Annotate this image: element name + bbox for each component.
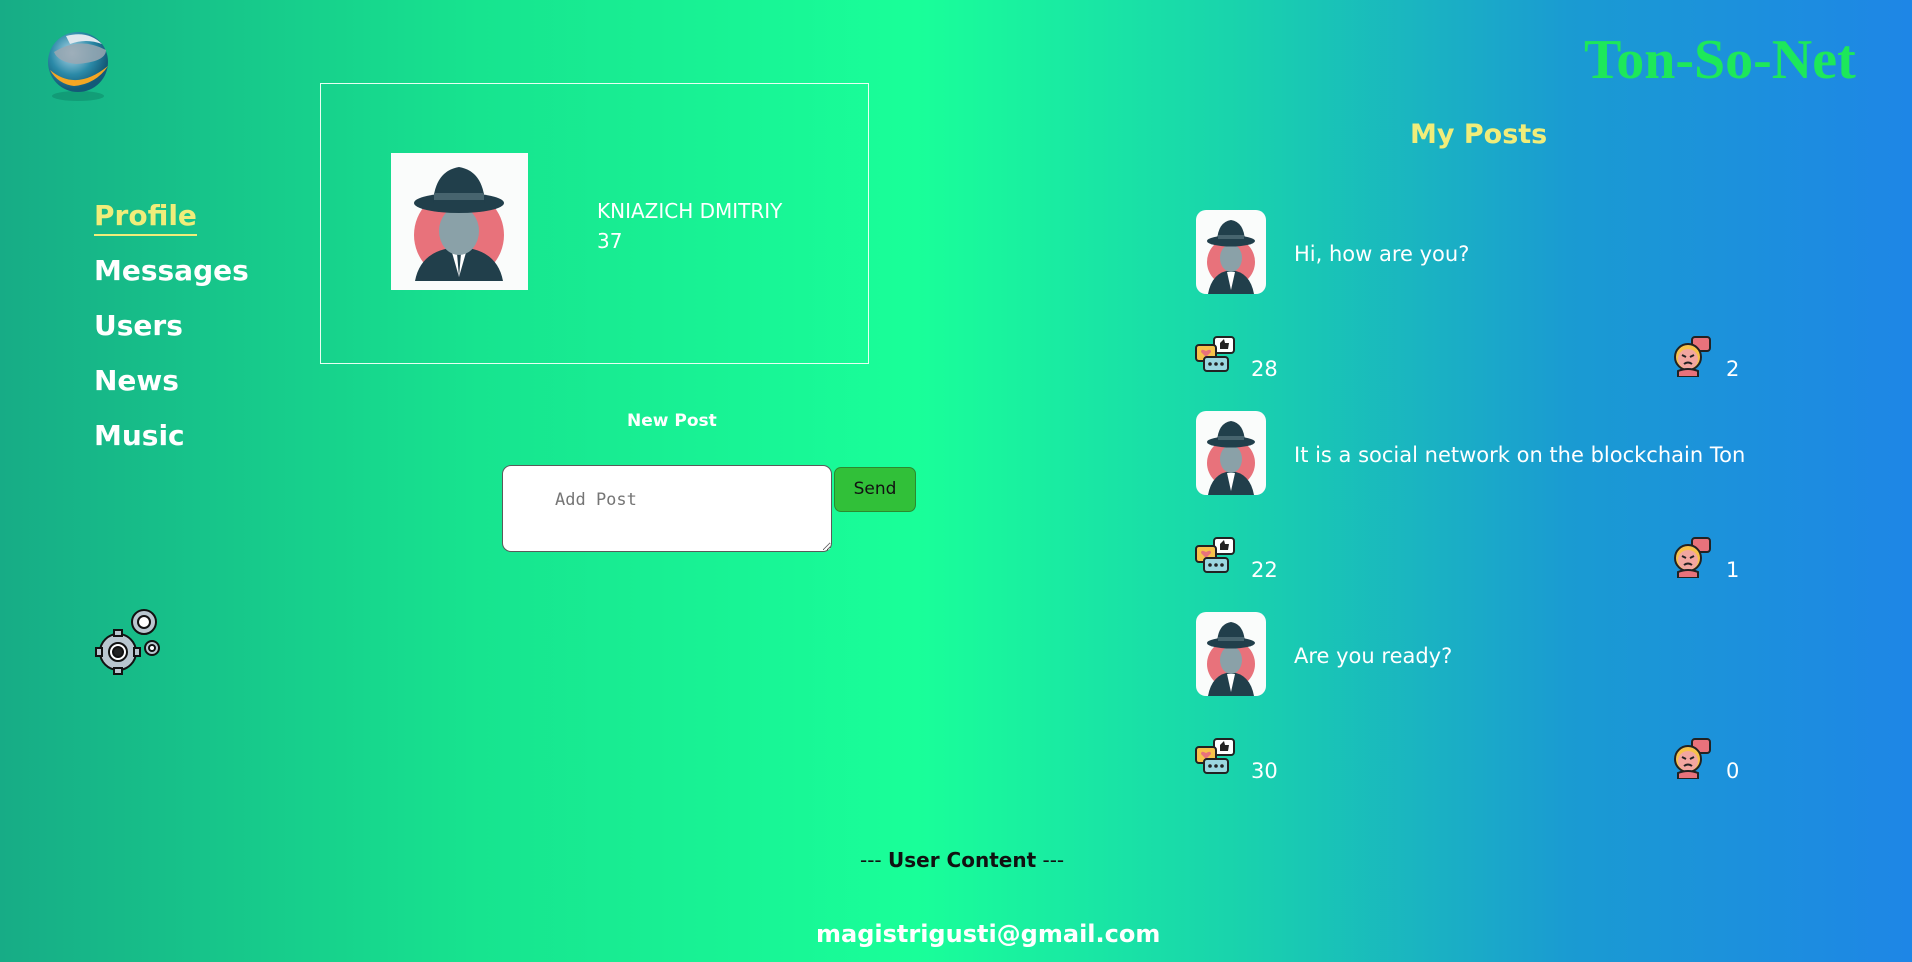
post-avatar[interactable] bbox=[1196, 411, 1266, 495]
post-item bbox=[1196, 612, 1266, 696]
post-avatar[interactable] bbox=[1196, 210, 1266, 294]
likes-count: 28 bbox=[1251, 357, 1278, 381]
dislikes-count: 0 bbox=[1726, 759, 1740, 783]
settings-gears-icon[interactable] bbox=[92, 606, 166, 680]
angry-face-icon[interactable] bbox=[1670, 737, 1712, 779]
avatar-detective-icon bbox=[1207, 220, 1255, 294]
sidebar-item-profile[interactable]: Profile bbox=[94, 196, 249, 251]
sidebar-item-users[interactable]: Users bbox=[94, 306, 249, 361]
footer-prefix: --- bbox=[860, 848, 889, 872]
sidebar-item-messages[interactable]: Messages bbox=[94, 251, 249, 306]
dislikes-count: 2 bbox=[1726, 357, 1740, 381]
post-item bbox=[1196, 210, 1266, 294]
new-post-title: New Post bbox=[627, 411, 717, 431]
reactions-icon[interactable] bbox=[1194, 536, 1236, 578]
dislikes-count: 1 bbox=[1726, 558, 1740, 582]
post-item bbox=[1196, 411, 1266, 495]
likes-count: 22 bbox=[1251, 558, 1278, 582]
angry-face-icon[interactable] bbox=[1670, 335, 1712, 377]
post-avatar[interactable] bbox=[1196, 612, 1266, 696]
avatar-detective-icon bbox=[1207, 421, 1255, 495]
post-text: It is a social network on the blockchain… bbox=[1294, 443, 1746, 467]
post-text: Hi, how are you? bbox=[1294, 242, 1470, 266]
profile-info: KNIAZICH DMITRIY 37 bbox=[597, 196, 782, 256]
add-post-input[interactable] bbox=[502, 465, 832, 552]
footer-suffix: --- bbox=[1036, 848, 1065, 872]
sidebar-item-label: Profile bbox=[94, 199, 197, 236]
logo-globe-icon[interactable] bbox=[36, 22, 120, 104]
reactions-icon[interactable] bbox=[1194, 737, 1236, 779]
avatar-detective-icon bbox=[1207, 622, 1255, 696]
angry-face-icon[interactable] bbox=[1670, 536, 1712, 578]
send-button[interactable]: Send bbox=[834, 467, 916, 512]
profile-card: KNIAZICH DMITRIY 37 bbox=[320, 83, 869, 364]
brand-title: Ton-So-Net bbox=[1584, 29, 1856, 91]
my-posts-title: My Posts bbox=[1410, 119, 1548, 150]
profile-avatar[interactable] bbox=[391, 153, 528, 290]
likes-count: 30 bbox=[1251, 759, 1278, 783]
post-text: Are you ready? bbox=[1294, 644, 1453, 668]
contact-email[interactable]: magistrigusti@gmail.com bbox=[816, 920, 1160, 948]
user-content-label: --- User Content --- bbox=[860, 848, 1064, 872]
sidebar-item-news[interactable]: News bbox=[94, 361, 249, 416]
profile-age: 37 bbox=[597, 229, 623, 253]
footer-label: User Content bbox=[888, 848, 1037, 872]
profile-name: KNIAZICH DMITRIY bbox=[597, 199, 783, 223]
reactions-icon[interactable] bbox=[1194, 335, 1236, 377]
sidebar-nav: Profile Messages Users News Music bbox=[94, 196, 249, 471]
sidebar-item-music[interactable]: Music bbox=[94, 416, 249, 471]
avatar-detective-icon bbox=[414, 167, 504, 281]
